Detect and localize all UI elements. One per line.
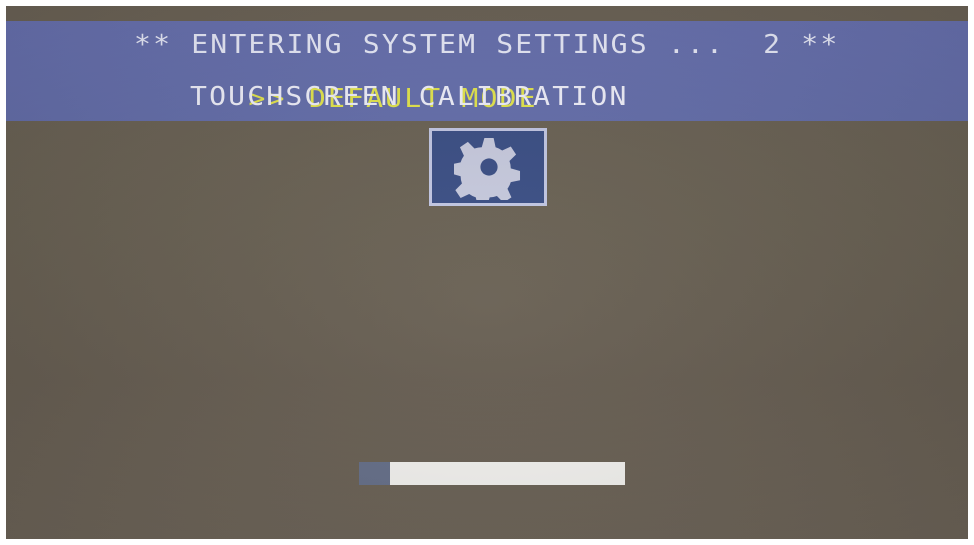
settings-menu-banner: ** ENTERING SYSTEM SETTINGS ... 2 ** >> D… — [6, 21, 968, 121]
monitor-screen: ** ENTERING SYSTEM SETTINGS ... 2 ** >> D… — [6, 6, 968, 539]
menu-item-touchscreen-calibration[interactable]: TOUCHSCREEN CALIBRATION — [190, 83, 629, 111]
progress-fill — [359, 462, 390, 485]
loading-progress-bar — [359, 462, 625, 485]
settings-title: ** ENTERING SYSTEM SETTINGS ... 2 ** — [134, 30, 840, 60]
settings-icon-box — [429, 128, 547, 206]
gear-icon — [454, 137, 521, 200]
